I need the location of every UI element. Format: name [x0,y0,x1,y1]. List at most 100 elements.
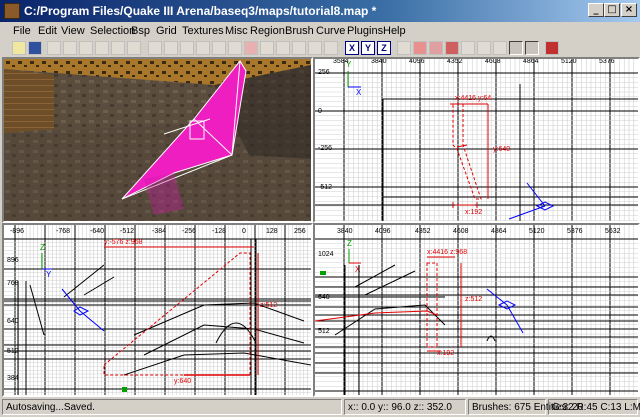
rotate-z-icon[interactable] [127,41,141,55]
toolbar: X Y Z [0,40,640,56]
flip-y-icon[interactable] [79,41,93,55]
minimize-button[interactable]: _ [588,3,604,17]
rotate-x-icon[interactable] [63,41,77,55]
front-height-label: z:512 [465,296,482,303]
menu-selection[interactable]: Selection [90,25,135,37]
tick-y-0: 1024 [318,251,334,258]
svg-text:Z: Z [347,239,352,248]
tick-x-1: 3840 [371,59,387,65]
tick-x-0: -896 [10,228,24,235]
tick-x-3: 4352 [447,59,463,65]
csg-merge-icon[interactable] [228,41,242,55]
csg-subtract-icon[interactable] [212,41,226,55]
entity-marker [486,288,524,334]
menu-bsp[interactable]: Bsp [131,25,150,37]
player-start-marker [320,271,326,275]
menu-misc[interactable]: Misc [225,25,248,37]
patch-bend-icon[interactable] [461,41,475,55]
tick-y-2: -256 [318,145,332,152]
tick-x-6: 5120 [561,59,577,65]
svg-text:Y: Y [46,270,52,279]
tick-y-1: 0 [318,108,322,115]
menu-file[interactable]: File [13,25,31,37]
menu-plugins[interactable]: Plugins [347,25,383,37]
svg-text:X: X [356,88,362,97]
menu-help[interactable]: Help [383,25,406,37]
side-grid: Z Y 896 768 640 512 384 -896 -768 -640 -… [4,225,311,395]
open-icon[interactable] [12,41,26,55]
show-entities-icon[interactable] [445,41,459,55]
tick-y-2: 640 [7,318,19,325]
tick-x-4: 4864 [491,228,507,235]
menu-grid[interactable]: Grid [156,25,177,37]
camera-viewport[interactable] [2,57,313,223]
status-coords: x:: 0.0 y:: 96.0 z:: 352.0 [344,399,466,415]
select-inside-icon[interactable] [180,41,194,55]
flip-z-icon[interactable] [111,41,125,55]
tick-x-2: 4096 [409,59,425,65]
status-grid: G:32 R:45 C:13 L:MR [548,399,640,415]
front-viewport[interactable]: Z X 1024 640 512 3840 4096 4352 4608 486… [313,223,640,397]
camera-view-icon[interactable] [324,41,338,55]
grid-snap-icon[interactable] [509,41,523,55]
front-pos-label: x:4416 z:968 [427,249,467,256]
split-brush-icon[interactable] [413,41,427,55]
weld-icon[interactable] [493,41,507,55]
flip-x-icon[interactable] [47,41,61,55]
select-touching-icon[interactable] [164,41,178,55]
top-viewport[interactable]: Y X 256 0 -256 -512 3584 3840 4096 4352 … [313,57,640,223]
menu-view[interactable]: View [61,25,85,37]
tick-x-1: 4096 [375,228,391,235]
tick-x-3: 4608 [453,228,469,235]
tick-y-0: 896 [7,257,19,264]
side-pos-label: y:-576 z:968 [104,239,143,246]
tick-y-4: 384 [7,375,19,382]
change-views-icon[interactable] [276,41,290,55]
view-z-button[interactable]: Z [377,41,391,55]
patch-inspector-icon[interactable] [477,41,491,55]
menu-curve[interactable]: Curve [316,25,345,37]
axis-indicator: Y X [346,60,362,97]
rotate-y-icon[interactable] [95,41,109,55]
drag-edges-icon[interactable] [525,41,539,55]
side-viewport[interactable]: Z Y 896 768 640 512 384 -896 -768 -640 -… [2,223,313,397]
top-grid: Y X 256 0 -256 -512 3584 3840 4096 4352 … [315,59,638,221]
select-partial-icon[interactable] [196,41,210,55]
tick-x-5: 4864 [523,59,539,65]
clipper-icon[interactable] [260,41,274,55]
menu-textures[interactable]: Textures [182,25,224,37]
hollow-icon[interactable] [244,41,258,55]
save-icon[interactable] [28,41,42,55]
vertex-mode-icon[interactable] [397,41,411,55]
view-y-button[interactable]: Y [361,41,375,55]
tick-x-1: -768 [56,228,70,235]
status-counts: Brushes: 675 Entities: 20 [468,399,583,415]
tick-x-3: -512 [120,228,134,235]
side-width-label: y:640 [174,378,191,385]
texture-view-icon[interactable] [292,41,306,55]
view-x-button[interactable]: X [345,41,359,55]
menu-edit[interactable]: Edit [38,25,57,37]
top-height-label: y:640 [493,146,510,153]
tick-y-3: -512 [318,184,332,191]
front-width-label: x:192 [437,350,454,357]
tick-x-6: -128 [212,228,226,235]
close-button[interactable]: × [621,3,637,17]
tick-x-4: 4608 [485,59,501,65]
maximize-button[interactable]: □ [604,3,620,17]
tick-x-5: 5120 [529,228,545,235]
tick-x-8: 128 [266,228,278,235]
axis-indicator: Z Y [40,243,52,279]
tick-x-7: 5632 [605,228,621,235]
svg-text:X: X [355,265,361,274]
cube-clip-icon[interactable] [308,41,322,55]
texture-lock-icon[interactable] [429,41,443,55]
redisperse-icon[interactable] [545,41,559,55]
menu-region[interactable]: Region [250,25,285,37]
title-bar: C:/Program Files/Quake III Arena/baseq3/… [0,0,640,22]
complete-tall-icon[interactable] [148,41,162,55]
menu-brush[interactable]: Brush [285,25,314,37]
tick-y-0: 256 [318,69,330,76]
menu-bar: File Edit View Selection Bsp Grid Textur… [0,22,640,40]
tick-x-9: 256 [294,228,306,235]
